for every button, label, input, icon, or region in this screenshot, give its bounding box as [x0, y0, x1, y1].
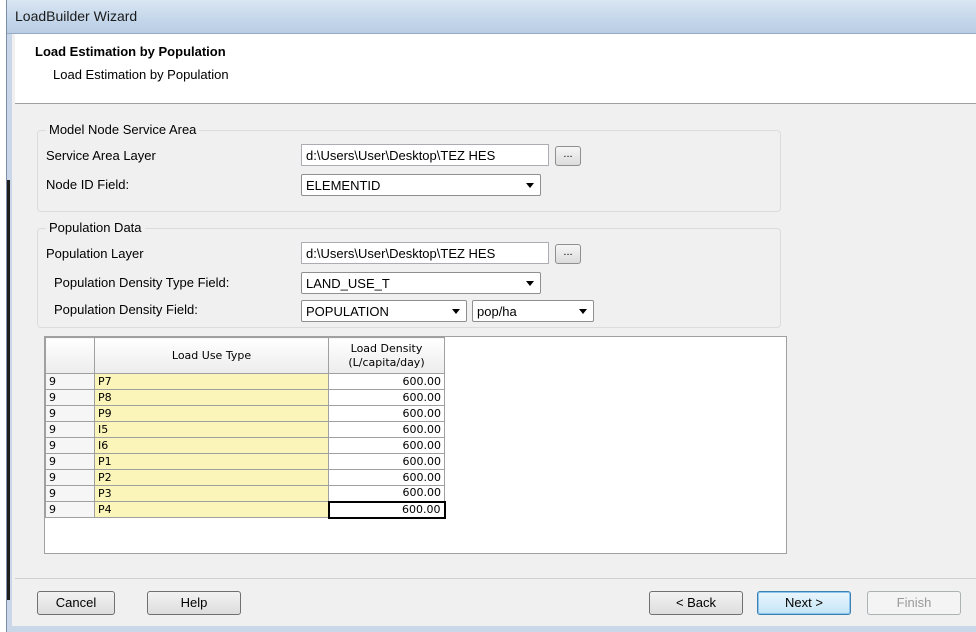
load-use-type-cell[interactable]: P4 — [94, 501, 329, 518]
density-unit-value: pop/ha — [477, 304, 517, 319]
density-type-label: Population Density Type Field: — [54, 275, 230, 290]
load-use-type-cell[interactable]: P9 — [94, 405, 329, 422]
service-area-layer-field[interactable]: d:\Users\User\Desktop\TEZ HES — [301, 144, 549, 166]
load-density-cell[interactable]: 600.00 — [328, 405, 445, 422]
table-row[interactable]: 9 I6 600.00 — [45, 437, 445, 454]
population-legend: Population Data — [46, 220, 145, 235]
table-row[interactable]: 9 P9 600.00 — [45, 405, 445, 422]
density-field-dropdown[interactable]: POPULATION — [301, 300, 467, 322]
load-use-type-cell[interactable]: P2 — [94, 469, 329, 486]
row-id-cell[interactable]: 9 — [45, 405, 95, 422]
load-density-cell[interactable]: 600.00 — [327, 500, 446, 519]
load-use-type-cell[interactable]: P8 — [94, 389, 329, 406]
load-density-cell[interactable]: 600.00 — [328, 469, 445, 486]
table-row[interactable]: 9 P4 600.00 — [45, 500, 446, 519]
load-density-table: Load Use Type Load Density (L/capita/day… — [45, 337, 446, 519]
table-row[interactable]: 9 P3 600.00 — [45, 485, 445, 502]
population-browse-button[interactable]: ... — [555, 244, 581, 264]
chevron-down-icon — [579, 309, 587, 314]
load-use-type-cell[interactable]: P7 — [94, 373, 329, 390]
table-header-row: Load Use Type Load Density (L/capita/day… — [45, 337, 445, 374]
table-row[interactable]: 9 I5 600.00 — [45, 421, 445, 438]
load-use-type-cell[interactable]: I5 — [94, 421, 329, 438]
row-id-cell[interactable]: 9 — [45, 421, 95, 438]
window-left-shadow — [7, 180, 10, 600]
page-subtitle: Load Estimation by Population — [53, 67, 229, 82]
service-area-legend: Model Node Service Area — [46, 122, 200, 137]
load-density-cell[interactable]: 600.00 — [328, 437, 445, 454]
row-id-cell[interactable]: 9 — [45, 501, 95, 518]
back-button[interactable]: < Back — [649, 591, 743, 615]
chevron-down-icon — [526, 281, 534, 286]
chevron-down-icon — [452, 309, 460, 314]
population-layer-field[interactable]: d:\Users\User\Desktop\TEZ HES — [301, 242, 549, 264]
node-id-value: ELEMENTID — [306, 178, 381, 193]
node-id-label: Node ID Field: — [46, 177, 130, 192]
next-button[interactable]: Next > — [757, 591, 851, 615]
table-row[interactable]: 9 P7 600.00 — [45, 373, 445, 390]
wizard-header: Load Estimation by Population Load Estim… — [15, 34, 976, 104]
window-title: LoadBuilder Wizard — [15, 8, 138, 24]
window-bottom-border — [7, 626, 976, 632]
row-id-cell[interactable]: 9 — [45, 373, 95, 390]
population-layer-label: Population Layer — [46, 246, 144, 261]
load-density-cell[interactable]: 600.00 — [328, 485, 445, 502]
cancel-button[interactable]: Cancel — [37, 591, 115, 615]
service-area-group: Model Node Service Area Service Area Lay… — [37, 122, 781, 212]
load-use-type-cell[interactable]: P3 — [94, 485, 329, 502]
table-row[interactable]: 9 P1 600.00 — [45, 453, 445, 470]
load-density-grid: Load Use Type Load Density (L/capita/day… — [44, 336, 787, 554]
row-id-cell[interactable]: 9 — [45, 437, 95, 454]
footer-divider — [15, 578, 976, 579]
population-group: Population Data Population Layer d:\User… — [37, 220, 781, 328]
page-title: Load Estimation by Population — [35, 44, 226, 59]
help-button[interactable]: Help — [147, 591, 241, 615]
finish-button[interactable]: Finish — [867, 591, 961, 615]
row-id-cell[interactable]: 9 — [45, 389, 95, 406]
node-id-dropdown[interactable]: ELEMENTID — [301, 174, 541, 196]
column-header-load-density[interactable]: Load Density (L/capita/day) — [328, 337, 445, 374]
row-id-cell[interactable]: 9 — [45, 453, 95, 470]
load-density-cell[interactable]: 600.00 — [328, 389, 445, 406]
load-use-type-cell[interactable]: I6 — [94, 437, 329, 454]
density-type-value: LAND_USE_T — [306, 276, 390, 291]
load-density-cell[interactable]: 600.00 — [328, 421, 445, 438]
table-row[interactable]: 9 P2 600.00 — [45, 469, 445, 486]
table-row[interactable]: 9 P8 600.00 — [45, 389, 445, 406]
load-density-cell[interactable]: 600.00 — [328, 453, 445, 470]
service-area-layer-label: Service Area Layer — [46, 148, 156, 163]
load-density-cell[interactable]: 600.00 — [328, 373, 445, 390]
load-use-type-cell[interactable]: P1 — [94, 453, 329, 470]
row-header-corner — [45, 337, 95, 374]
service-area-browse-button[interactable]: ... — [555, 146, 581, 166]
density-field-label: Population Density Field: — [54, 302, 198, 317]
density-field-value: POPULATION — [306, 304, 389, 319]
column-header-load-use-type[interactable]: Load Use Type — [94, 337, 329, 374]
title-bar[interactable]: LoadBuilder Wizard — [7, 0, 976, 34]
wizard-window: LoadBuilder Wizard Load Estimation by Po… — [6, 0, 976, 632]
row-id-cell[interactable]: 9 — [45, 485, 95, 502]
density-unit-dropdown[interactable]: pop/ha — [472, 300, 594, 322]
chevron-down-icon — [526, 183, 534, 188]
density-type-dropdown[interactable]: LAND_USE_T — [301, 272, 541, 294]
row-id-cell[interactable]: 9 — [45, 469, 95, 486]
table-body: 9 P7 600.00 9 P8 600.00 9 P9 600.00 9 I5 600.00 9 I6 6… — [45, 373, 446, 519]
